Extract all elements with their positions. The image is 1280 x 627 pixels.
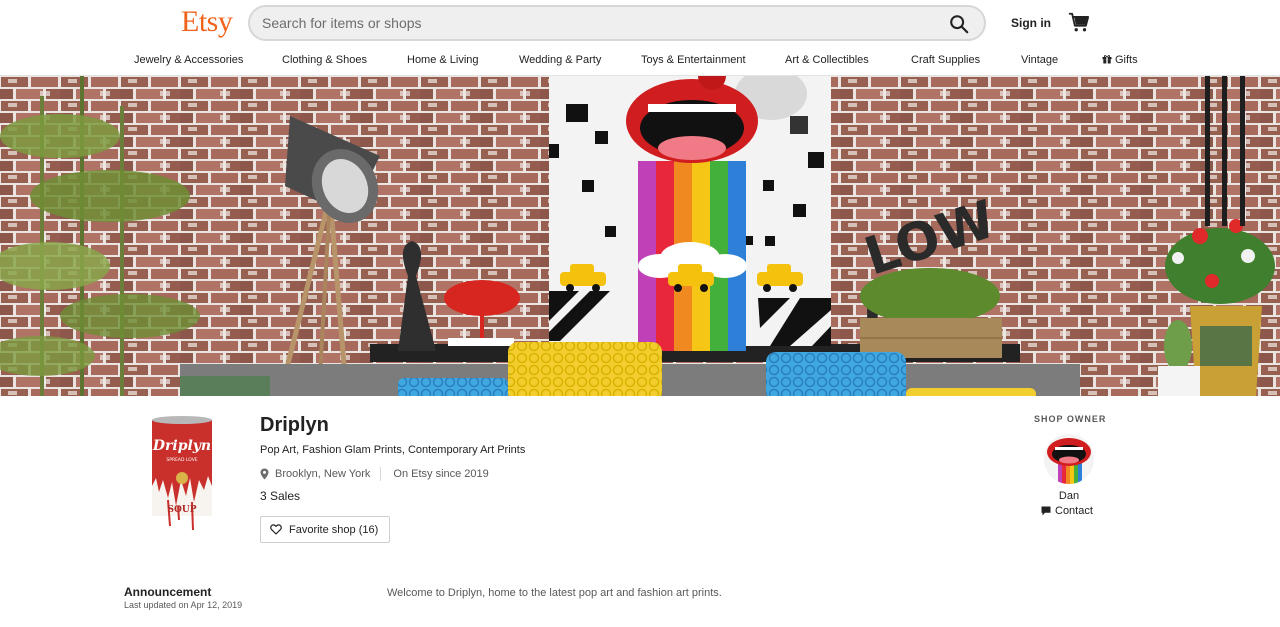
banner-image: LOW KEY [0,76,1280,396]
owner-avatar-image [1044,434,1094,484]
shop-logo-bottom-text: SOUP [168,505,197,515]
shop-location: Brooklyn, New York [275,468,371,480]
shop-owner-heading: SHOP OWNER [1034,414,1107,424]
announcement-title: Announcement [124,585,212,599]
site-header: Etsy Sign in [0,0,1280,46]
meta-divider [380,467,382,481]
location-pin-icon [260,468,269,480]
shop-since: On Etsy since 2019 [393,468,489,480]
shop-banner: LOW KEY [0,76,1280,396]
favorite-shop-label: Favorite shop (16) [289,523,379,536]
gift-icon [1102,55,1112,64]
search-input[interactable] [262,7,922,39]
contact-button[interactable]: Contact [1041,505,1093,517]
search-icon[interactable] [948,13,970,35]
nav-item-vintage[interactable]: Vintage [1021,54,1058,66]
search-bar[interactable] [248,5,986,41]
shop-logo-subtext: SPREAD LOVE [166,457,197,463]
cart-icon[interactable] [1068,11,1090,33]
nav-item-clothing[interactable]: Clothing & Shoes [282,54,367,66]
shop-meta: Brooklyn, New York On Etsy since 2019 [260,467,489,481]
owner-avatar[interactable] [1044,434,1094,484]
sign-in-link[interactable]: Sign in [1011,16,1051,30]
etsy-logo[interactable]: Etsy [181,5,233,39]
message-icon [1041,506,1051,516]
shop-logo-text: Driplyn [152,438,211,454]
nav-item-home[interactable]: Home & Living [407,54,479,66]
shop-name: Driplyn [260,414,329,436]
nav-item-gifts-label: Gifts [1115,54,1138,66]
nav-item-gifts[interactable]: Gifts [1102,54,1138,66]
nav-item-craft[interactable]: Craft Supplies [911,54,980,66]
nav-item-toys[interactable]: Toys & Entertainment [641,54,746,66]
contact-label: Contact [1055,505,1093,517]
nav-item-jewelry[interactable]: Jewelry & Accessories [134,54,243,66]
shop-logo[interactable]: Driplyn SPREAD LOVE SOUP [148,416,216,538]
heart-icon [270,524,282,535]
owner-name[interactable]: Dan [1044,490,1094,502]
category-nav: Jewelry & Accessories Clothing & Shoes H… [0,46,1280,76]
art-print-illustration [549,76,831,351]
nav-item-wedding[interactable]: Wedding & Party [519,54,601,66]
shop-sales: 3 Sales [260,489,301,503]
shop-title: Pop Art, Fashion Glam Prints, Contempora… [260,444,526,456]
announcement-text: Welcome to Driplyn, home to the latest p… [387,587,722,599]
announcement-updated: Last updated on Apr 12, 2019 [124,600,243,610]
favorite-shop-button[interactable]: Favorite shop (16) [260,516,390,543]
nav-item-art[interactable]: Art & Collectibles [785,54,869,66]
